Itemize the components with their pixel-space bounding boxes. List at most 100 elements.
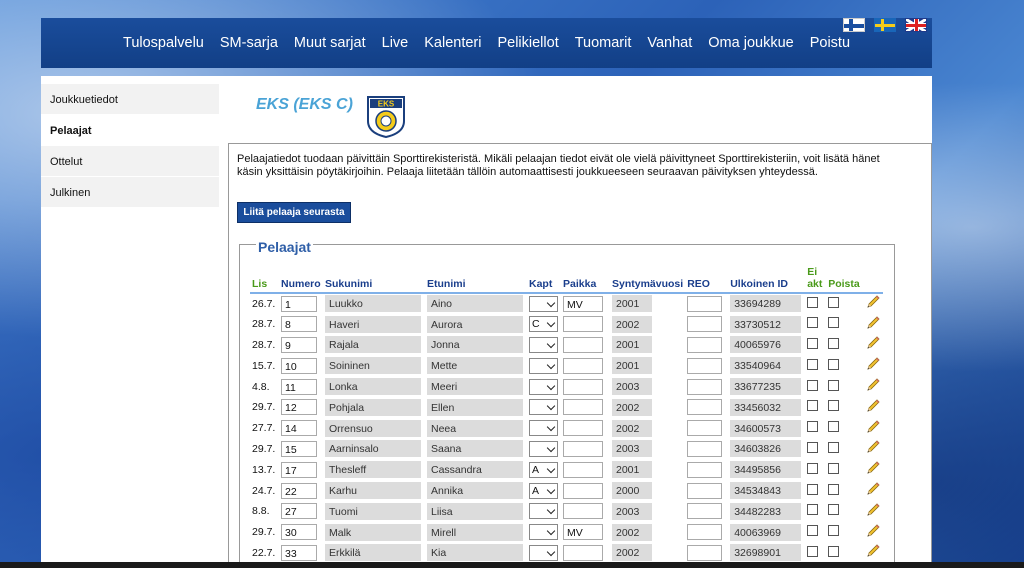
reo-input[interactable] [687, 544, 723, 561]
edit-pencil-icon[interactable] [865, 356, 881, 372]
nav-item-pelikiellot[interactable]: Pelikiellot [497, 35, 558, 51]
position-input[interactable] [563, 336, 603, 353]
position-input[interactable] [563, 461, 603, 478]
number-input[interactable]: 8 [281, 316, 317, 333]
english-flag-icon[interactable] [905, 18, 927, 32]
delete-checkbox[interactable] [828, 296, 840, 308]
captain-select[interactable] [529, 440, 558, 457]
inactive-checkbox[interactable] [807, 358, 819, 370]
nav-item-oma-joukkue[interactable]: Oma joukkue [708, 35, 793, 51]
edit-pencil-icon[interactable] [865, 335, 881, 351]
reo-input[interactable] [687, 378, 723, 395]
swedish-flag-icon[interactable] [874, 18, 896, 32]
inactive-checkbox[interactable] [807, 525, 819, 537]
delete-checkbox[interactable] [828, 337, 840, 349]
captain-select[interactable] [529, 336, 558, 353]
reo-input[interactable] [687, 316, 723, 333]
position-input[interactable] [563, 482, 603, 499]
reo-input[interactable] [687, 399, 723, 416]
captain-select[interactable]: C [529, 316, 558, 333]
captain-select[interactable] [529, 357, 558, 374]
number-input[interactable]: 27 [281, 503, 317, 520]
number-input[interactable]: 9 [281, 336, 317, 353]
inactive-checkbox[interactable] [807, 483, 819, 495]
position-input[interactable] [563, 399, 603, 416]
number-input[interactable]: 33 [281, 544, 317, 561]
add-player-from-club-button[interactable]: Liitä pelaaja seurasta [237, 202, 351, 223]
reo-input[interactable] [687, 482, 723, 499]
delete-checkbox[interactable] [828, 462, 840, 474]
delete-checkbox[interactable] [828, 545, 840, 557]
inactive-checkbox[interactable] [807, 379, 819, 391]
number-input[interactable]: 15 [281, 440, 317, 457]
nav-item-live[interactable]: Live [382, 35, 409, 51]
captain-select[interactable] [529, 420, 558, 437]
delete-checkbox[interactable] [828, 525, 840, 537]
sidebar-item-pelaajat[interactable]: Pelaajat [41, 115, 219, 145]
edit-pencil-icon[interactable] [865, 523, 881, 539]
inactive-checkbox[interactable] [807, 400, 819, 412]
nav-item-tulospalvelu[interactable]: Tulospalvelu [123, 35, 204, 51]
captain-select[interactable] [529, 524, 558, 541]
edit-pencil-icon[interactable] [865, 502, 881, 518]
number-input[interactable]: 11 [281, 378, 317, 395]
nav-item-poistu[interactable]: Poistu [810, 35, 850, 51]
sidebar-item-julkinen[interactable]: Julkinen [41, 177, 219, 207]
number-input[interactable]: 12 [281, 399, 317, 416]
captain-select[interactable]: A [529, 461, 558, 478]
delete-checkbox[interactable] [828, 400, 840, 412]
nav-item-muut-sarjat[interactable]: Muut sarjat [294, 35, 366, 51]
nav-item-vanhat[interactable]: Vanhat [647, 35, 692, 51]
inactive-checkbox[interactable] [807, 441, 819, 453]
delete-checkbox[interactable] [828, 483, 840, 495]
captain-select[interactable] [529, 503, 558, 520]
delete-checkbox[interactable] [828, 421, 840, 433]
captain-select[interactable] [529, 378, 558, 395]
number-input[interactable]: 1 [281, 295, 317, 312]
number-input[interactable]: 22 [281, 482, 317, 499]
nav-item-kalenteri[interactable]: Kalenteri [424, 35, 481, 51]
sidebar-item-joukkuetiedot[interactable]: Joukkuetiedot [41, 84, 219, 114]
inactive-checkbox[interactable] [807, 504, 819, 516]
inactive-checkbox[interactable] [807, 317, 819, 329]
edit-pencil-icon[interactable] [865, 439, 881, 455]
number-input[interactable]: 30 [281, 524, 317, 541]
position-input[interactable] [563, 503, 603, 520]
sidebar-item-ottelut[interactable]: Ottelut [41, 146, 219, 176]
delete-checkbox[interactable] [828, 441, 840, 453]
position-input[interactable]: MV [563, 524, 603, 541]
finnish-flag-icon[interactable] [843, 18, 865, 32]
number-input[interactable]: 14 [281, 420, 317, 437]
edit-pencil-icon[interactable] [865, 377, 881, 393]
nav-item-tuomarit[interactable]: Tuomarit [575, 35, 632, 51]
edit-pencil-icon[interactable] [865, 481, 881, 497]
reo-input[interactable] [687, 440, 723, 457]
edit-pencil-icon[interactable] [865, 315, 881, 331]
position-input[interactable] [563, 357, 603, 374]
number-input[interactable]: 10 [281, 357, 317, 374]
captain-select[interactable]: A [529, 482, 558, 499]
reo-input[interactable] [687, 461, 723, 478]
delete-checkbox[interactable] [828, 379, 840, 391]
reo-input[interactable] [687, 357, 723, 374]
reo-input[interactable] [687, 336, 723, 353]
edit-pencil-icon[interactable] [865, 460, 881, 476]
nav-item-sm-sarja[interactable]: SM-sarja [220, 35, 278, 51]
reo-input[interactable] [687, 420, 723, 437]
captain-select[interactable] [529, 399, 558, 416]
edit-pencil-icon[interactable] [865, 294, 881, 310]
edit-pencil-icon[interactable] [865, 398, 881, 414]
delete-checkbox[interactable] [828, 317, 840, 329]
delete-checkbox[interactable] [828, 504, 840, 516]
inactive-checkbox[interactable] [807, 296, 819, 308]
edit-pencil-icon[interactable] [865, 543, 881, 559]
position-input[interactable] [563, 378, 603, 395]
delete-checkbox[interactable] [828, 358, 840, 370]
inactive-checkbox[interactable] [807, 337, 819, 349]
captain-select[interactable] [529, 544, 558, 561]
inactive-checkbox[interactable] [807, 462, 819, 474]
reo-input[interactable] [687, 295, 723, 312]
position-input[interactable] [563, 440, 603, 457]
position-input[interactable] [563, 544, 603, 561]
captain-select[interactable] [529, 295, 558, 312]
